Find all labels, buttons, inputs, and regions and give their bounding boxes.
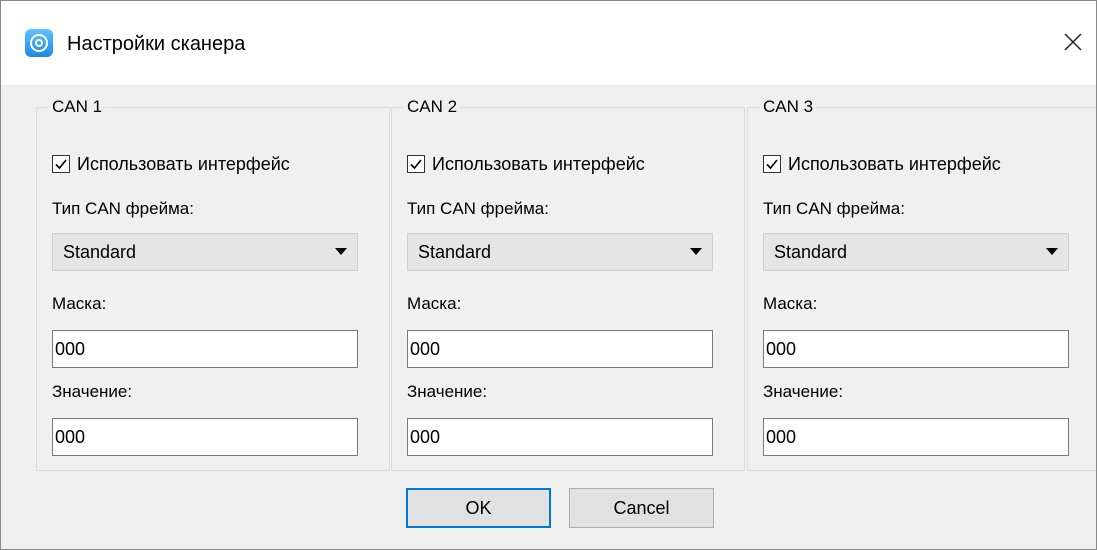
value-label: Значение: (52, 382, 133, 401)
mask-input[interactable]: 000 (407, 330, 713, 368)
title-bar[interactable]: Настройки сканера (1, 1, 1096, 85)
frame-type-select[interactable]: Standard (52, 233, 358, 271)
can2-group: CAN 2 Использовать интерфейс Тип CAN фре… (391, 96, 745, 471)
checkmark-icon (766, 159, 778, 170)
dropdown-arrow-icon (690, 248, 702, 255)
dialog-body: CAN 1 Использовать интерфейс Тип CAN фре… (1, 85, 1096, 549)
group-title: CAN 2 (404, 96, 461, 118)
use-interface-row[interactable]: Использовать интерфейс (407, 152, 645, 176)
group-title: CAN 1 (49, 96, 106, 118)
group-title: CAN 3 (760, 96, 817, 118)
checkmark-icon (55, 159, 67, 170)
cancel-button[interactable]: Cancel (569, 488, 714, 528)
use-interface-row[interactable]: Использовать интерфейс (52, 152, 290, 176)
close-button[interactable] (1050, 15, 1096, 69)
mask-label: Маска: (407, 294, 462, 313)
can3-group: CAN 3 Использовать интерфейс Тип CAN фре… (747, 96, 1096, 471)
use-interface-label: Использовать интерфейс (432, 154, 645, 174)
frame-type-select[interactable]: Standard (407, 233, 713, 271)
ok-button[interactable]: OK (406, 488, 551, 528)
mask-label: Маска: (52, 294, 107, 313)
frame-type-value: Standard (774, 242, 848, 262)
frame-type-label: Тип CAN фрейма: (407, 199, 549, 218)
value-input[interactable]: 000 (52, 418, 358, 456)
mask-input[interactable]: 000 (52, 330, 358, 368)
frame-type-select[interactable]: Standard (763, 233, 1069, 271)
frame-type-value: Standard (63, 242, 137, 262)
use-interface-row[interactable]: Использовать интерфейс (763, 152, 1001, 176)
value-input[interactable]: 000 (407, 418, 713, 456)
scanner-app-icon (25, 29, 53, 57)
can1-group: CAN 1 Использовать интерфейс Тип CAN фре… (36, 96, 390, 471)
dropdown-arrow-icon (1046, 248, 1058, 255)
frame-type-label: Тип CAN фрейма: (763, 199, 905, 218)
close-icon (1064, 33, 1082, 51)
use-interface-checkbox[interactable] (52, 155, 70, 173)
value-input[interactable]: 000 (763, 418, 1069, 456)
frame-type-value: Standard (418, 242, 492, 262)
checkmark-icon (410, 159, 422, 170)
frame-type-label: Тип CAN фрейма: (52, 199, 194, 218)
window-title: Настройки сканера (67, 33, 246, 55)
scanner-settings-dialog: Настройки сканера CAN 1 Использовать инт… (0, 0, 1097, 550)
use-interface-label: Использовать интерфейс (788, 154, 1001, 174)
use-interface-checkbox[interactable] (763, 155, 781, 173)
use-interface-label: Использовать интерфейс (77, 154, 290, 174)
dropdown-arrow-icon (335, 248, 347, 255)
mask-label: Маска: (763, 294, 818, 313)
use-interface-checkbox[interactable] (407, 155, 425, 173)
value-label: Значение: (763, 382, 844, 401)
mask-input[interactable]: 000 (763, 330, 1069, 368)
value-label: Значение: (407, 382, 488, 401)
